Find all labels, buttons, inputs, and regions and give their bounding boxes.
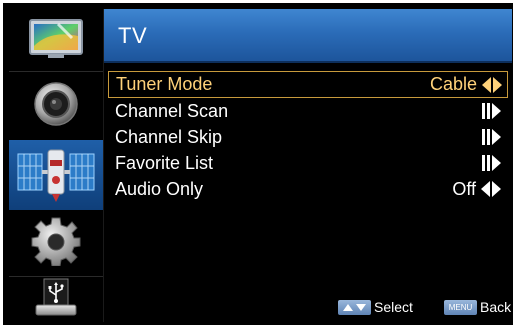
tv-osd-menu: TV Tuner Mode Cable Channel Scan Channel… <box>3 3 513 325</box>
menu-item-audio-only[interactable]: Audio Only Off <box>108 176 506 202</box>
menu-item-tuner-mode[interactable]: Tuner Mode Cable <box>108 71 508 98</box>
enter-arrow-icon[interactable] <box>480 101 502 121</box>
category-rail <box>9 9 103 322</box>
usb-icon <box>34 277 78 322</box>
rail-item-picture[interactable] <box>9 9 103 71</box>
menu-item-label: Channel Skip <box>115 127 223 147</box>
page-title: TV <box>118 23 148 48</box>
up-down-key-icon <box>338 300 371 315</box>
menu-item-label: Audio Only <box>115 179 204 199</box>
settings-gear-icon <box>31 216 81 271</box>
menu-item-label: Channel Scan <box>115 101 229 121</box>
menu-item-channel-scan[interactable]: Channel Scan <box>108 98 506 124</box>
rail-item-tv[interactable] <box>9 140 103 210</box>
left-right-arrow-icon[interactable] <box>480 179 502 199</box>
menu-key-icon: MENU <box>444 300 477 315</box>
menu-item-label: Tuner Mode <box>116 74 213 94</box>
enter-arrow-icon[interactable] <box>480 153 502 173</box>
menu-item-value: Off <box>452 179 476 199</box>
menu-item-value: Cable <box>429 74 477 94</box>
rail-item-usb[interactable] <box>9 277 103 322</box>
select-hint-label: Select <box>374 299 413 315</box>
menu-item-channel-skip[interactable]: Channel Skip <box>108 124 506 150</box>
title-bar: TV <box>104 9 512 63</box>
menu-item-favorite-list[interactable]: Favorite List <box>108 150 506 176</box>
back-hint-label: Back <box>480 299 512 315</box>
tv-settings-menu: Tuner Mode Cable Channel Scan Channel Sk… <box>108 71 508 202</box>
left-right-arrow-icon[interactable] <box>481 75 503 95</box>
satellite-tv-icon <box>16 142 96 209</box>
footer-hints: Select MENU Back <box>104 297 512 321</box>
menu-item-label: Favorite List <box>115 153 214 173</box>
main-panel: TV Tuner Mode Cable Channel Scan Channel… <box>103 9 512 322</box>
rail-item-settings[interactable] <box>9 210 103 276</box>
rail-item-audio[interactable] <box>9 72 103 140</box>
enter-arrow-icon[interactable] <box>480 127 502 147</box>
audio-speaker-icon <box>33 81 79 132</box>
picture-icon <box>28 16 84 65</box>
